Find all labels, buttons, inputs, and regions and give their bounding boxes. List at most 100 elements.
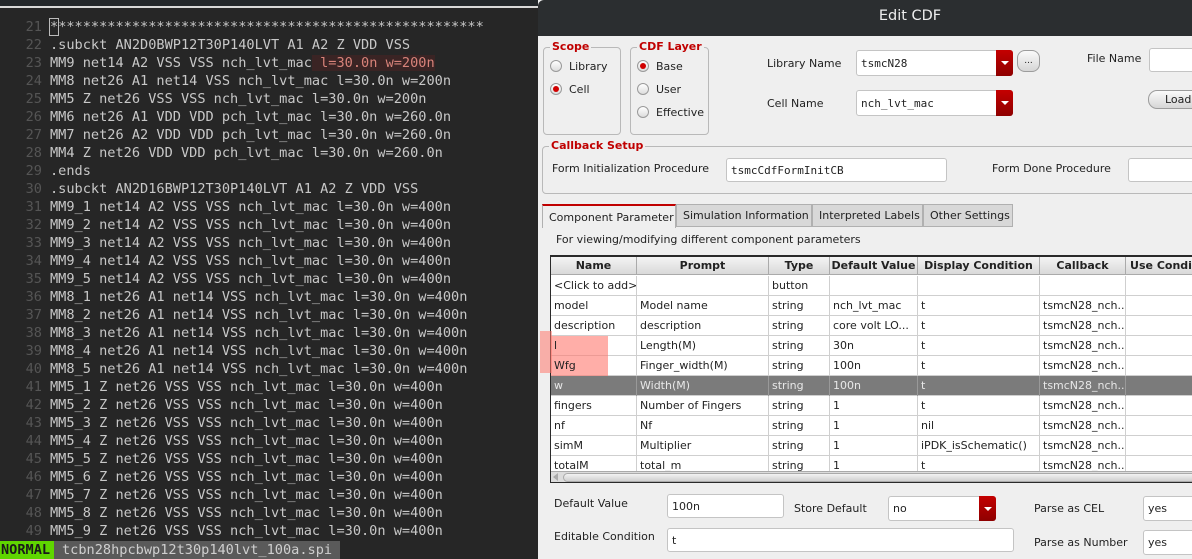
column-header-use-condition[interactable]: Use Conditi [1126, 257, 1192, 275]
tab-other-settings[interactable]: Other Settings [923, 204, 1013, 227]
cell-default-value[interactable]: nch_lvt_mac [830, 296, 918, 316]
code-line[interactable]: 49 MM5_9 Z net26 VSS VSS nch_lvt_mac l=30… [0, 522, 540, 540]
code-line[interactable]: 38 MM8_3 net26 A1 net14 VSS nch_lvt_mac l… [0, 324, 540, 342]
cell-type[interactable]: string [769, 396, 830, 416]
parameter-table[interactable]: Name Prompt Type Default Value Display Condi… [550, 255, 1192, 483]
cell-prompt[interactable]: description [637, 316, 769, 336]
cell-use-condition[interactable] [1126, 336, 1192, 356]
cell-use-condition[interactable] [1126, 436, 1192, 456]
code-line[interactable]: 33 MM9_3 net14 A2 VSS VSS nch_lvt_mac l=3… [0, 234, 540, 252]
cell-callback[interactable]: tsmcN28_nch... [1040, 416, 1126, 436]
code-line[interactable]: 30 .subckt AN2D16BWP12T30P140LVT A1 A2 Z … [0, 180, 540, 198]
cell-use-condition[interactable] [1126, 296, 1192, 316]
cell-callback[interactable]: tsmcN28_nch... [1040, 396, 1126, 416]
cell-display-condition[interactable]: t [918, 396, 1040, 416]
column-header-type[interactable]: Type [769, 257, 830, 275]
store-default-dropdown-button[interactable] [979, 496, 996, 521]
code-line[interactable]: 28 MM4 Z net26 VDD VDD pch_lvt_mac l=30.0… [0, 144, 540, 162]
cell-callback[interactable]: tsmcN28_nch... [1040, 376, 1126, 396]
cell-default-value[interactable]: core volt LO... [830, 316, 918, 336]
cell-name[interactable]: simM [551, 436, 637, 456]
store-default-combo[interactable]: no [888, 496, 996, 521]
code-line[interactable]: 42 MM5_2 Z net26 VSS VSS nch_lvt_mac l=30… [0, 396, 540, 414]
cell-type[interactable]: button [769, 276, 830, 296]
cell-use-condition[interactable] [1126, 316, 1192, 336]
file-name-input[interactable] [1149, 48, 1192, 72]
cell-display-condition[interactable]: t [918, 316, 1040, 336]
cell-callback[interactable]: tsmcN28_nch... [1040, 316, 1126, 336]
code-line[interactable]: 27 MM7 net26 A2 VDD VDD pch_lvt_mac l=30.… [0, 126, 540, 144]
cell-type[interactable]: string [769, 316, 830, 336]
radio-button-selected[interactable] [637, 60, 649, 72]
cell-type[interactable]: string [769, 356, 830, 376]
cell-type[interactable]: string [769, 436, 830, 456]
cell-default-value[interactable]: 30n [830, 336, 918, 356]
table-row[interactable]: model Model name string nch_lvt_mac t tsmcN28… [551, 296, 1192, 316]
text-editor[interactable]: 21 **************************************… [0, 0, 540, 559]
tab-component-parameter[interactable]: Component Parameter [542, 204, 676, 228]
cell-display-condition[interactable]: t [918, 356, 1040, 376]
cell-dropdown-button[interactable] [996, 90, 1013, 116]
code-line[interactable]: 21 **************************************… [0, 18, 540, 36]
cdf-layer-option-base[interactable]: Base [637, 58, 683, 74]
cell-default-value[interactable] [830, 276, 918, 296]
editor-buffer[interactable]: 21 **************************************… [0, 18, 540, 540]
form-done-input[interactable] [1128, 158, 1192, 182]
cell-use-condition[interactable] [1126, 276, 1192, 296]
radio-button[interactable] [550, 60, 562, 72]
cell-callback[interactable]: tsmcN28_nch... [1040, 296, 1126, 316]
cdf-layer-option-effective[interactable]: Effective [637, 104, 704, 120]
cell-prompt[interactable]: Number of Fingers [637, 396, 769, 416]
cell-name-combo[interactable]: nch_lvt_mac [856, 90, 1013, 116]
cell-use-condition[interactable] [1126, 396, 1192, 416]
cell-name[interactable]: nf [551, 416, 637, 436]
load-button[interactable]: Load [1148, 90, 1192, 109]
cell-prompt[interactable]: Nf [637, 416, 769, 436]
cell-prompt[interactable]: Length(M) [637, 336, 769, 356]
scroll-left-icon[interactable] [553, 473, 558, 481]
cell-name[interactable]: w [551, 376, 637, 396]
code-line[interactable]: 25 MM5 Z net26 VSS VSS nch_lvt_mac l=30.0… [0, 90, 540, 108]
radio-button-selected[interactable] [550, 83, 562, 95]
cell-display-condition[interactable]: t [918, 296, 1040, 316]
horizontal-scrollbar[interactable] [551, 471, 1192, 482]
radio-button[interactable] [637, 106, 649, 118]
code-line[interactable]: 31 MM9_1 net14 A2 VSS VSS nch_lvt_mac l=3… [0, 198, 540, 216]
cdf-layer-option-user[interactable]: User [637, 81, 681, 97]
column-header-display-condition[interactable]: Display Condition [918, 257, 1040, 275]
tab-simulation-information[interactable]: Simulation Information [676, 204, 812, 227]
code-line[interactable]: 44 MM5_4 Z net26 VSS VSS nch_lvt_mac l=30… [0, 432, 540, 450]
cell-type[interactable]: string [769, 376, 830, 396]
default-value-input[interactable]: 100n [667, 494, 784, 518]
library-browse-button[interactable]: ... [1017, 50, 1040, 72]
column-header-prompt[interactable]: Prompt [637, 257, 769, 275]
cell-callback[interactable]: tsmcN28_nch... [1040, 336, 1126, 356]
cell-display-condition[interactable]: t [918, 376, 1040, 396]
table-row-selected[interactable]: w Width(M) string 100n t tsmcN28_nch... [551, 376, 1192, 396]
code-line[interactable]: 46 MM5_6 Z net26 VSS VSS nch_lvt_mac l=30… [0, 468, 540, 486]
cell-name[interactable]: fingers [551, 396, 637, 416]
code-line[interactable]: 48 MM5_8 Z net26 VSS VSS nch_lvt_mac l=30… [0, 504, 540, 522]
library-name-combo[interactable]: tsmcN28 [856, 50, 1013, 76]
cell-callback[interactable]: tsmcN28_nch... [1040, 356, 1126, 376]
code-line[interactable]: 32 MM9_2 net14 A2 VSS VSS nch_lvt_mac l=3… [0, 216, 540, 234]
cell-display-condition[interactable]: nil [918, 416, 1040, 436]
editable-condition-input[interactable]: t [667, 528, 1014, 552]
table-row[interactable]: <Click to add> button [551, 276, 1192, 296]
cell-callback[interactable]: tsmcN28_nch... [1040, 436, 1126, 456]
code-line[interactable]: 45 MM5_5 Z net26 VSS VSS nch_lvt_mac l=30… [0, 450, 540, 468]
cell-display-condition[interactable]: t [918, 336, 1040, 356]
column-header-callback[interactable]: Callback [1040, 257, 1126, 275]
code-line[interactable]: 26 MM6 net26 A1 VDD VDD pch_lvt_mac l=30.… [0, 108, 540, 126]
cell-prompt[interactable]: Width(M) [637, 376, 769, 396]
library-dropdown-button[interactable] [996, 50, 1013, 76]
cell-use-condition[interactable] [1126, 356, 1192, 376]
radio-button[interactable] [637, 83, 649, 95]
parse-number-combo[interactable]: yes [1143, 530, 1192, 555]
code-line[interactable]: 47 MM5_7 Z net26 VSS VSS nch_lvt_mac l=30… [0, 486, 540, 504]
code-line[interactable]: 39 MM8_4 net26 A1 net14 VSS nch_lvt_mac l… [0, 342, 540, 360]
code-line[interactable]: 43 MM5_3 Z net26 VSS VSS nch_lvt_mac l=30… [0, 414, 540, 432]
cell-default-value[interactable]: 1 [830, 396, 918, 416]
cell-prompt[interactable]: Multiplier [637, 436, 769, 456]
table-row[interactable]: simM Multiplier string 1 iPDK_isSchematic() t… [551, 436, 1192, 456]
